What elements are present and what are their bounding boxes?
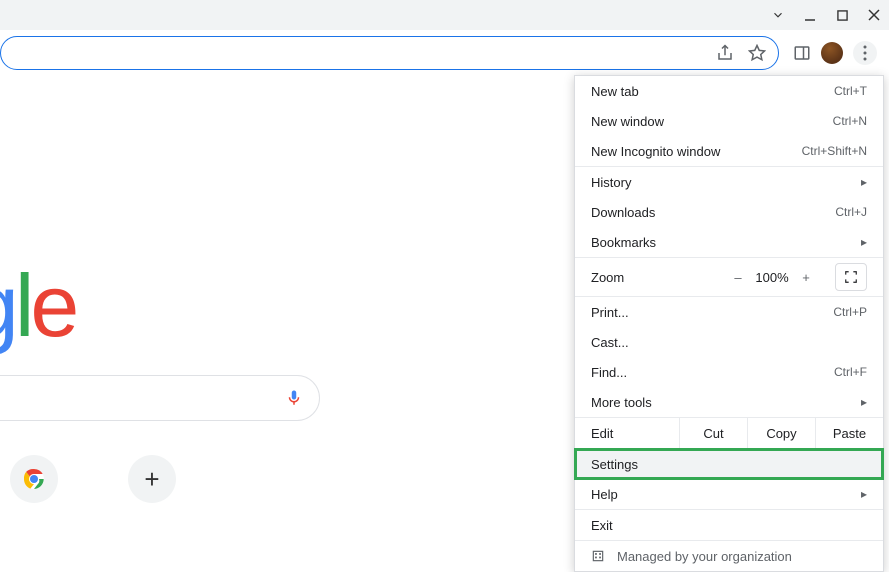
chrome-menu: New tabCtrl+T New windowCtrl+N New Incog… (574, 75, 884, 572)
paste-button[interactable]: Paste (816, 418, 883, 448)
maximize-icon[interactable] (835, 8, 849, 22)
menu-cast[interactable]: Cast... (575, 327, 883, 357)
chevron-right-icon: ▸ (861, 235, 867, 249)
zoom-out-button[interactable]: – (725, 270, 751, 285)
zoom-label: Zoom (591, 270, 725, 285)
menu-settings[interactable]: Settings (575, 449, 883, 479)
search-input[interactable]: L (0, 375, 320, 421)
more-menu-button[interactable] (853, 41, 877, 65)
chevron-down-icon[interactable] (771, 8, 785, 22)
menu-help[interactable]: Help▸ (575, 479, 883, 509)
side-panel-icon[interactable] (793, 44, 811, 62)
zoom-level: 100% (751, 270, 793, 285)
menu-new-window[interactable]: New windowCtrl+N (575, 106, 883, 136)
toolbar (0, 30, 889, 75)
logo-letter: g (0, 255, 15, 357)
share-icon[interactable] (716, 44, 734, 62)
menu-exit[interactable]: Exit (575, 510, 883, 540)
zoom-in-button[interactable]: + (793, 270, 819, 285)
building-icon (591, 549, 607, 563)
chevron-right-icon: ▸ (861, 395, 867, 409)
fullscreen-button[interactable] (835, 263, 867, 291)
edit-label: Edit (591, 426, 679, 441)
logo-letter: e (30, 255, 75, 357)
menu-find[interactable]: Find...Ctrl+F (575, 357, 883, 387)
cut-button[interactable]: Cut (680, 418, 748, 448)
window-title-bar (0, 0, 889, 30)
menu-new-incognito[interactable]: New Incognito windowCtrl+Shift+N (575, 136, 883, 166)
menu-managed[interactable]: Managed by your organization (575, 541, 883, 571)
menu-zoom-row: Zoom – 100% + (575, 258, 883, 296)
menu-edit-row: Edit Cut Copy Paste (575, 418, 883, 448)
menu-new-tab[interactable]: New tabCtrl+T (575, 76, 883, 106)
add-shortcut-button[interactable]: + (128, 455, 176, 503)
profile-avatar[interactable] (821, 42, 843, 64)
mic-icon[interactable] (285, 386, 303, 410)
address-bar[interactable] (0, 36, 779, 70)
minimize-icon[interactable] (803, 8, 817, 22)
logo-letter: l (15, 255, 31, 357)
menu-print[interactable]: Print...Ctrl+P (575, 297, 883, 327)
menu-bookmarks[interactable]: Bookmarks▸ (575, 227, 883, 257)
chevron-right-icon: ▸ (861, 487, 867, 501)
menu-history[interactable]: History▸ (575, 167, 883, 197)
google-logo: o o g l e (0, 255, 75, 357)
menu-downloads[interactable]: DownloadsCtrl+J (575, 197, 883, 227)
copy-button[interactable]: Copy (748, 418, 816, 448)
close-icon[interactable] (867, 8, 881, 22)
menu-more-tools[interactable]: More tools▸ (575, 387, 883, 417)
shortcut-chrome[interactable] (10, 455, 58, 503)
chevron-right-icon: ▸ (861, 175, 867, 189)
star-icon[interactable] (748, 44, 766, 62)
